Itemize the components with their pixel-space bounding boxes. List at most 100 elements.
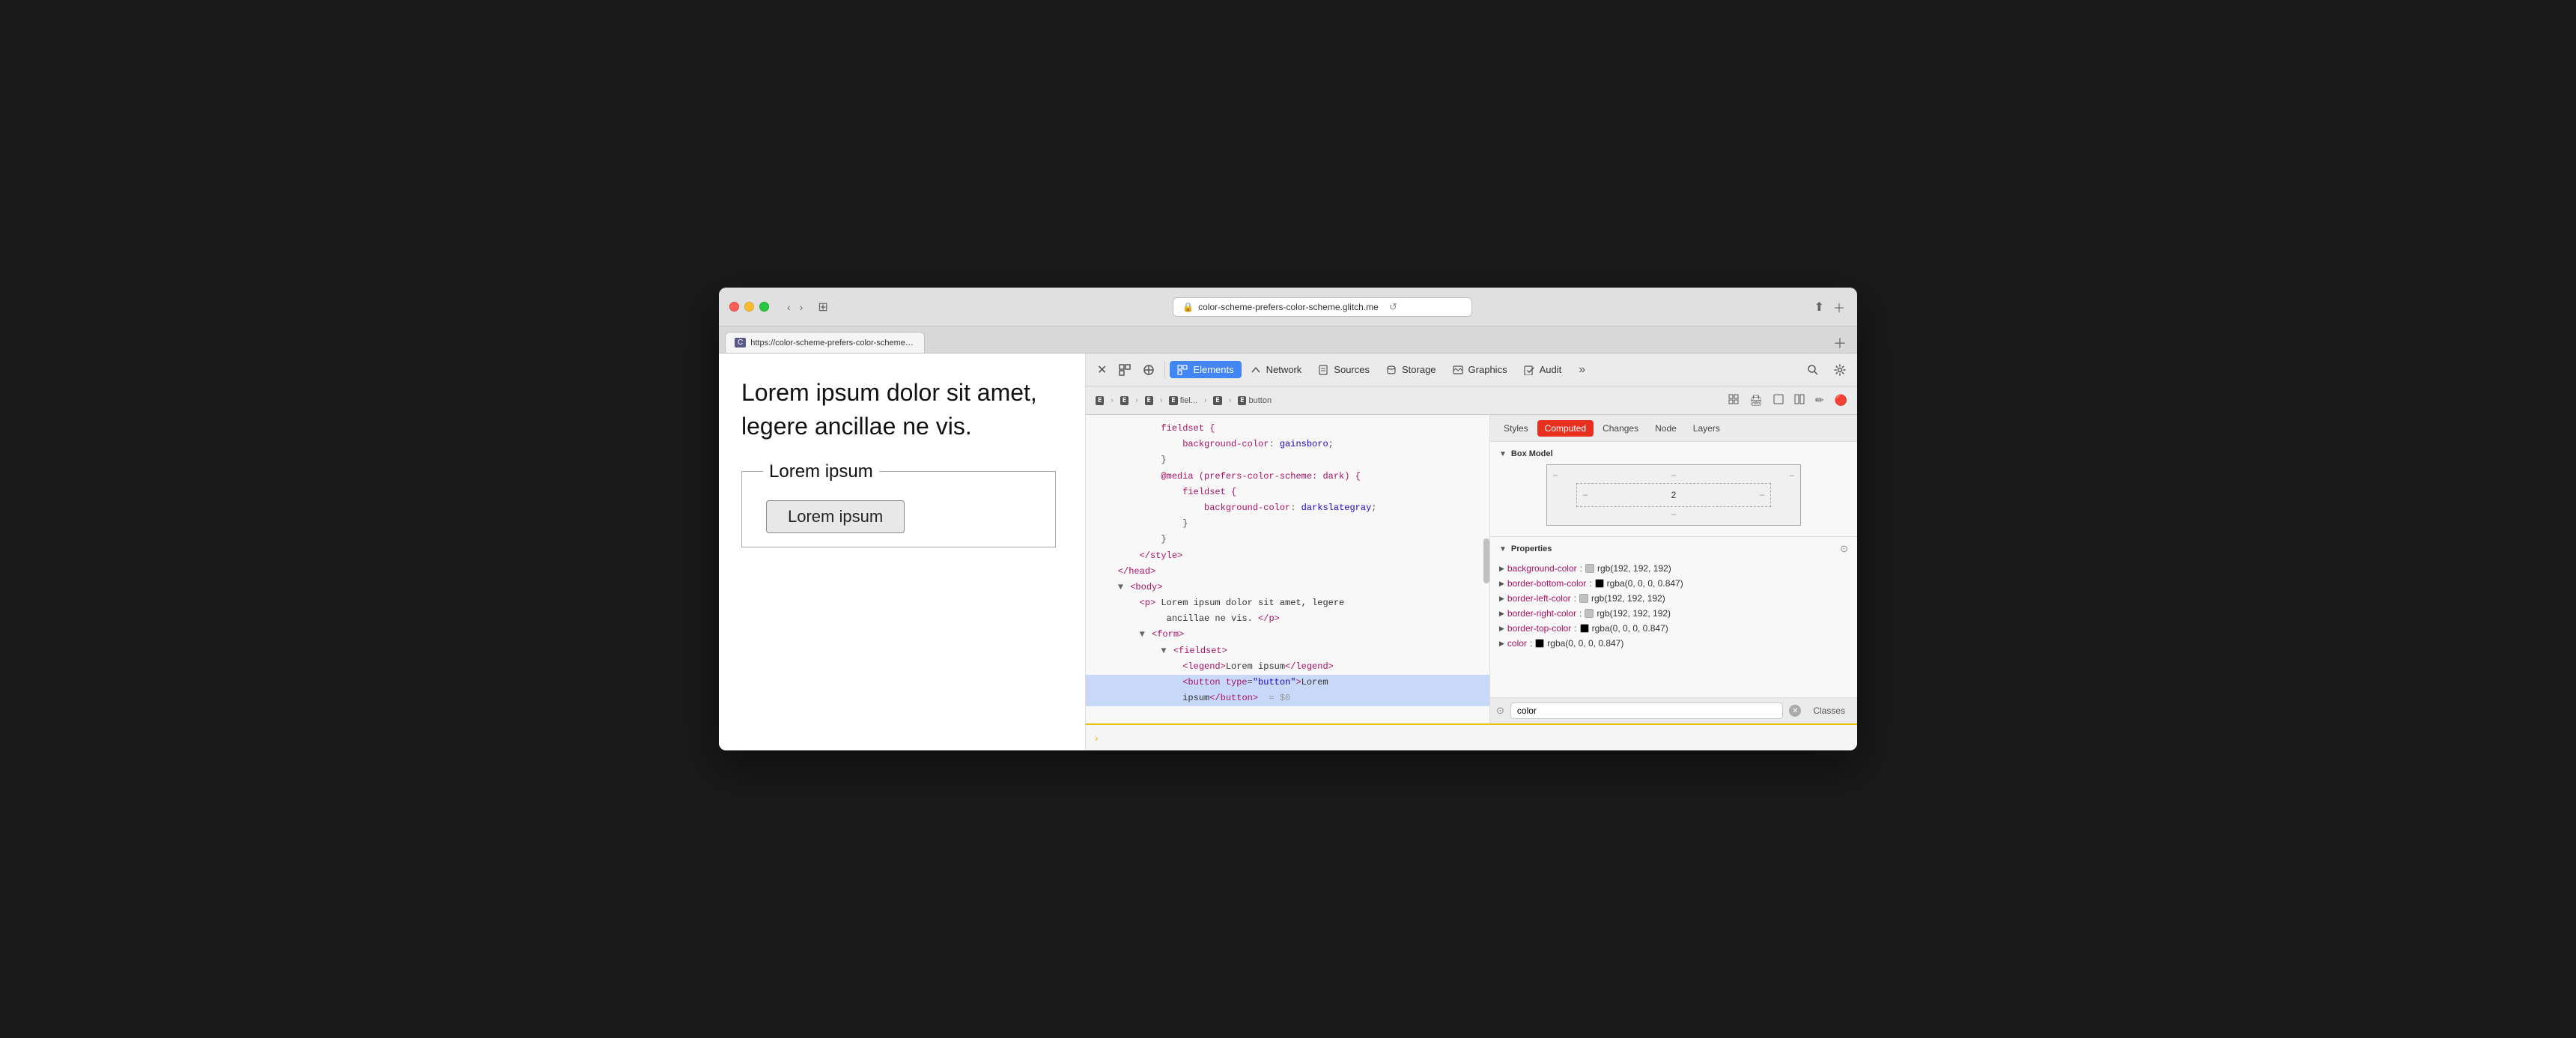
more-tabs-button[interactable]: » [1573, 360, 1591, 380]
filter-icon: ⊙ [1496, 705, 1504, 717]
tab-layers[interactable]: Layers [1686, 420, 1728, 437]
address-icons: ⬆ ＋ [1813, 297, 1847, 318]
box-model-arrow: ▼ [1499, 450, 1507, 458]
content-area: Lorem ipsum dolor sit amet, legere ancil… [719, 353, 1857, 750]
breadcrumb-item-fiel[interactable]: E fiel... [1165, 395, 1201, 407]
tabs-button[interactable]: ⊞ [813, 298, 832, 316]
bc-layout-btn[interactable] [1790, 392, 1808, 409]
prop-name-4: border-right-color [1507, 608, 1576, 619]
code-line-selected[interactable]: <button type="button">Lorem [1086, 675, 1489, 691]
tab-audit[interactable]: Audit [1516, 361, 1570, 378]
bm-left-dash: – [1583, 491, 1588, 500]
url-display[interactable]: color-scheme-prefers-color-scheme.glitch… [1198, 302, 1379, 312]
bc-print-btn[interactable]: 🖨 [1746, 392, 1767, 409]
prop-swatch-5[interactable] [1580, 624, 1589, 633]
code-line-selected-2[interactable]: ipsum</button> = $0 [1086, 691, 1489, 706]
console-arrow-icon: › [1095, 732, 1099, 744]
bm-top-right-dash: – [1790, 471, 1794, 480]
prop-swatch-6[interactable] [1535, 639, 1544, 648]
new-tab-icon-button[interactable]: ＋ [1829, 333, 1851, 353]
minimize-traffic-light[interactable] [744, 302, 754, 312]
bc-edit-btn[interactable]: ✏ [1811, 392, 1828, 409]
code-line: background-color: darkslategray; [1086, 500, 1489, 516]
prop-row-border-left-color[interactable]: ▶ border-left-color : rgb(192, 192, 192) [1499, 591, 1848, 606]
devtools-toolbar: ✕ [1086, 353, 1857, 386]
forward-button[interactable]: › [797, 300, 806, 315]
preview-button[interactable]: Lorem ipsum [766, 500, 905, 533]
prop-arrow-2[interactable]: ▶ [1499, 580, 1504, 588]
bc-inspect-btn[interactable] [1770, 392, 1787, 409]
close-traffic-light[interactable] [729, 302, 739, 312]
prop-value-3: rgb(192, 192, 192) [1591, 593, 1665, 604]
share-button[interactable]: ⬆ [1813, 298, 1826, 316]
bm-right-dash: – [1760, 491, 1764, 500]
search-button[interactable] [1802, 361, 1824, 379]
tab-favicon: C [735, 338, 746, 347]
tab-graphics[interactable]: Graphics [1445, 361, 1515, 378]
properties-header[interactable]: ▼ Properties ⊙ [1499, 543, 1848, 555]
properties-options-btn[interactable]: ⊙ [1840, 543, 1848, 555]
prop-arrow-6[interactable]: ▶ [1499, 640, 1504, 648]
breadcrumb-item-5[interactable]: E [1209, 395, 1225, 407]
bc-color-btn[interactable]: 🔴 [1831, 392, 1851, 409]
bc-grid-btn[interactable] [1725, 392, 1743, 409]
code-pane[interactable]: fieldset { background-color: gainsboro; … [1086, 415, 1490, 723]
tab-styles[interactable]: Styles [1496, 420, 1536, 437]
filter-input[interactable] [1510, 702, 1783, 719]
prop-row-color[interactable]: ▶ color : rgba(0, 0, 0, 0.847) [1499, 636, 1848, 651]
breadcrumb-item-2[interactable]: E [1117, 395, 1132, 407]
prop-swatch-3[interactable] [1579, 594, 1588, 603]
tab-network[interactable]: Network [1243, 361, 1310, 378]
preview-line2: legere ancillae ne vis. [741, 413, 972, 440]
back-button[interactable]: ‹ [784, 300, 794, 315]
prop-arrow-3[interactable]: ▶ [1499, 595, 1504, 603]
prop-arrow-4[interactable]: ▶ [1499, 610, 1504, 618]
tab-computed[interactable]: Computed [1537, 420, 1594, 437]
tab-changes[interactable]: Changes [1595, 420, 1646, 437]
tab-storage[interactable]: Storage [1379, 361, 1444, 378]
scrollbar-thumb[interactable] [1483, 538, 1489, 583]
prop-row-border-bottom-color[interactable]: ▶ border-bottom-color : rgba(0, 0, 0, 0.… [1499, 576, 1848, 591]
bm-top-left-dash: – [1553, 471, 1558, 480]
code-line: <p> Lorem ipsum dolor sit amet, legere [1086, 595, 1489, 611]
element-icon-fiel: E [1169, 396, 1177, 405]
devtools-main: fieldset { background-color: gainsboro; … [1086, 415, 1857, 723]
breadcrumb-item-1[interactable]: E [1092, 395, 1108, 407]
right-panel: Styles Computed Changes Node Layers ▼ Bo… [1490, 415, 1857, 723]
breadcrumb-bar: E › E › E › E fiel... › E › [1086, 386, 1857, 415]
preview-line1: Lorem ipsum dolor sit amet, [741, 379, 1037, 406]
breadcrumb-item-button[interactable]: E button [1234, 395, 1275, 407]
bm-inner-row: – 2 – [1583, 490, 1764, 500]
devtools-close-button[interactable]: ✕ [1092, 359, 1112, 380]
prop-arrow-1[interactable]: ▶ [1499, 565, 1504, 573]
classes-button[interactable]: Classes [1807, 703, 1851, 718]
tab-node[interactable]: Node [1647, 420, 1684, 437]
inspector-icon-button[interactable] [1114, 361, 1136, 379]
bm-top-dash: – [1671, 471, 1676, 480]
refresh-icon[interactable]: ↺ [1389, 301, 1397, 313]
prop-row-border-right-color[interactable]: ▶ border-right-color : rgb(192, 192, 192… [1499, 606, 1848, 621]
prop-row-background-color[interactable]: ▶ background-color : rgb(192, 192, 192) [1499, 561, 1848, 576]
code-line: @media (prefers-color-scheme: dark) { [1086, 469, 1489, 485]
maximize-traffic-light[interactable] [759, 302, 769, 312]
tab-elements[interactable]: Elements [1170, 361, 1241, 378]
picker-icon-button[interactable] [1137, 361, 1160, 379]
box-model-header[interactable]: ▼ Box Model [1499, 449, 1848, 458]
tab-sources[interactable]: Sources [1310, 361, 1377, 378]
prop-swatch-1[interactable] [1585, 564, 1594, 573]
bm-value: 2 [1671, 490, 1677, 500]
bc-arrow-5: › [1229, 396, 1231, 404]
prop-swatch-2[interactable] [1595, 579, 1604, 588]
element-icon-3: E [1145, 396, 1153, 405]
new-tab-button[interactable]: ＋ [1832, 297, 1847, 318]
prop-row-border-top-color[interactable]: ▶ border-top-color : rgba(0, 0, 0, 0.847… [1499, 621, 1848, 636]
settings-button[interactable] [1829, 361, 1851, 379]
browser-tab[interactable]: C https://color-scheme-prefers-color-sch… [725, 332, 925, 353]
prop-name-2: border-bottom-color [1507, 578, 1586, 589]
prop-swatch-4[interactable] [1585, 609, 1594, 618]
prop-arrow-5[interactable]: ▶ [1499, 625, 1504, 633]
bc-arrow-2: › [1135, 396, 1137, 404]
breadcrumb-item-3[interactable]: E [1141, 395, 1157, 407]
filter-clear-button[interactable]: ✕ [1789, 705, 1801, 717]
tab-label: https://color-scheme-prefers-color-schem… [750, 339, 915, 347]
